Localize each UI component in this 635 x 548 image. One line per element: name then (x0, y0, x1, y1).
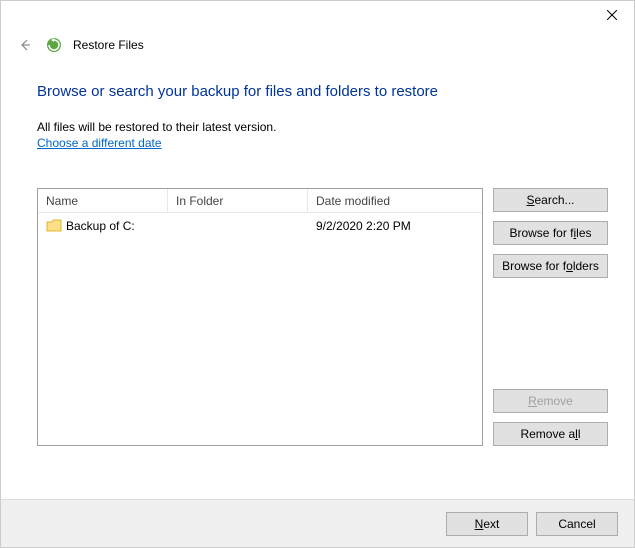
choose-date-link[interactable]: Choose a different date (37, 136, 162, 150)
browse-files-button[interactable]: Browse for fiilesles (493, 221, 608, 245)
main-row: Name In Folder Date modified Backup of C… (37, 188, 608, 446)
close-icon (607, 10, 617, 20)
file-list[interactable]: Name In Folder Date modified Backup of C… (37, 188, 483, 446)
column-header-date[interactable]: Date modified (308, 189, 482, 212)
wizard-title: Restore Files (73, 38, 144, 52)
column-header-name[interactable]: Name (38, 189, 168, 212)
cancel-button[interactable]: Cancel (536, 512, 618, 536)
column-header-folder[interactable]: In Folder (168, 189, 308, 212)
subtext: All files will be restored to their late… (37, 120, 608, 134)
folder-icon (46, 219, 62, 233)
list-body: Backup of C: 9/2/2020 2:20 PM (38, 213, 482, 445)
search-button[interactable]: Search... (493, 188, 608, 212)
back-button[interactable] (15, 35, 35, 55)
restore-files-icon (45, 36, 63, 54)
titlebar (1, 1, 634, 31)
remove-button: Remove (493, 389, 608, 413)
header: Restore Files (1, 31, 634, 55)
arrow-left-icon (18, 38, 32, 52)
column-headers: Name In Folder Date modified (38, 189, 482, 213)
browse-folders-button[interactable]: Browse for folders (493, 254, 608, 278)
list-item[interactable]: Backup of C: 9/2/2020 2:20 PM (38, 213, 482, 235)
remove-all-button[interactable]: Remove all (493, 422, 608, 446)
content-area: Browse or search your backup for files a… (1, 55, 634, 446)
restore-files-dialog: Restore Files Browse or search your back… (0, 0, 635, 548)
item-name: Backup of C: (66, 219, 135, 233)
close-button[interactable] (589, 1, 634, 29)
item-date: 9/2/2020 2:20 PM (308, 219, 482, 233)
page-heading: Browse or search your backup for files a… (37, 83, 608, 100)
footer: Next Cancel (1, 499, 634, 547)
next-button[interactable]: Next (446, 512, 528, 536)
side-button-panel: Search... Browse for fiilesles Browse fo… (493, 188, 608, 446)
